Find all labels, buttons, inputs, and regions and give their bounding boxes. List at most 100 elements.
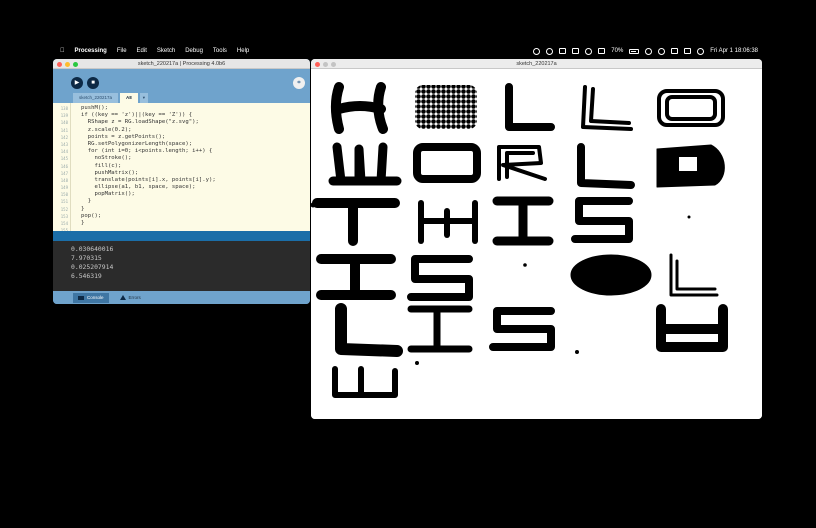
mode-button[interactable]: ⌗	[293, 77, 305, 89]
menu-debug[interactable]: Debug	[185, 48, 203, 54]
line-number: 154	[60, 221, 68, 226]
menu-file[interactable]: File	[117, 48, 127, 54]
code-line[interactable]: pushM();	[81, 105, 216, 112]
line-number: 150	[60, 192, 68, 198]
console-output: 0.030640016 7.970315 0.025207914 6.546319	[53, 241, 310, 291]
sketch-titlebar[interactable]: sketch_220217a	[311, 59, 762, 69]
menu-sketch[interactable]: Sketch	[157, 48, 175, 54]
battery-icon[interactable]	[629, 48, 640, 54]
apple-icon[interactable]: 	[60, 48, 65, 54]
siri-icon[interactable]	[697, 47, 705, 55]
tab-menu-button[interactable]: ▾	[139, 93, 149, 103]
minimize-icon[interactable]	[65, 61, 70, 67]
code-line[interactable]: pushMatrix();	[81, 170, 216, 177]
console-tab-label: Console	[87, 295, 104, 300]
mode-icon: ⌗	[297, 80, 301, 86]
glyph-u-row5	[656, 304, 728, 352]
glyph-h-row1	[331, 82, 388, 134]
menu-help[interactable]: Help	[237, 48, 249, 54]
menu-tools[interactable]: Tools	[213, 48, 227, 54]
code-line[interactable]: RG.setPolygonizerLength(space);	[81, 141, 216, 148]
line-number: 139	[60, 113, 68, 119]
run-button[interactable]: ▶	[71, 77, 83, 89]
code-line[interactable]: RShape z = RG.loadShape("z.svg");	[81, 119, 216, 126]
code-line[interactable]: z.scale(0.2);	[81, 127, 216, 134]
sketch-canvas[interactable]	[311, 69, 762, 419]
glyph-r-row2	[497, 145, 547, 181]
sync-icon[interactable]	[585, 47, 593, 55]
code-line[interactable]: }	[81, 220, 216, 227]
console-line: 0.025207914	[71, 263, 114, 271]
glyph-s-row4	[407, 255, 473, 301]
menu-app-name[interactable]: Processing	[75, 48, 107, 54]
glyph-s-row5	[489, 307, 555, 351]
line-number: 141	[60, 127, 68, 133]
stray-dot	[687, 215, 691, 219]
line-number: 142	[60, 134, 68, 140]
stop-icon: ■	[91, 80, 95, 86]
sketch-zoom-icon[interactable]	[331, 61, 336, 67]
stop-button[interactable]: ■	[87, 77, 99, 89]
code-line[interactable]: pop();	[81, 213, 216, 220]
line-number: 145	[60, 156, 68, 162]
menubar-clock[interactable]: Fri Apr 1 18:06:38	[710, 48, 758, 54]
wifi-icon[interactable]	[645, 47, 653, 55]
close-icon[interactable]	[57, 61, 62, 67]
record-icon[interactable]	[533, 47, 541, 55]
line-number: 147	[60, 170, 68, 176]
code-editor[interactable]: 138 139 140 141 142 143 144 145 146 147 148 149 150 1…	[53, 103, 310, 240]
ide-title: sketch_220217a | Processing 4.0b6	[137, 61, 226, 67]
play-icon: ▶	[74, 80, 80, 86]
errors-tab[interactable]: Errors	[115, 293, 146, 303]
control-center-icon[interactable]	[684, 48, 692, 54]
glyph-blob-row4	[570, 254, 652, 296]
code-line[interactable]: if ((key == 'z')||(key == 'Z')) {	[81, 112, 216, 119]
code-line[interactable]: fill(c);	[81, 163, 216, 170]
code-line[interactable]: }	[81, 198, 216, 205]
terminal-icon	[78, 295, 84, 300]
code-area[interactable]: pushM(); if ((key == 'z')||(key == 'Z')) …	[71, 103, 216, 231]
zoom-icon[interactable]	[73, 61, 78, 67]
bolt-icon[interactable]	[559, 48, 567, 54]
search-icon[interactable]	[658, 47, 666, 55]
battery-percent[interactable]: 70%	[611, 48, 623, 54]
console-divider[interactable]	[53, 231, 310, 241]
stray-dot	[523, 263, 527, 267]
tab-a8[interactable]: A8	[120, 93, 138, 103]
glyph-l-row5	[335, 303, 403, 357]
line-number: 152	[60, 206, 68, 212]
menu-edit[interactable]: Edit	[137, 48, 147, 54]
screen-icon[interactable]	[572, 48, 580, 54]
glyph-t-row3	[312, 198, 400, 246]
glyph-e-row1	[415, 85, 477, 129]
sketch-output-window: sketch_220217a	[311, 59, 762, 419]
line-number: 151	[60, 199, 68, 205]
flag-icon[interactable]	[671, 48, 679, 54]
code-line[interactable]: noStroke();	[81, 155, 216, 162]
code-line[interactable]: points = z.getPoints();	[81, 134, 216, 141]
ide-titlebar[interactable]: sketch_220217a | Processing 4.0b6	[53, 59, 310, 69]
sketch-minimize-icon[interactable]	[323, 61, 328, 67]
glyph-i-row4	[316, 254, 396, 300]
code-line[interactable]: translate(points[i].x, points[i].y);	[81, 177, 215, 184]
glyph-h-row3	[418, 200, 478, 244]
line-number: 148	[60, 177, 68, 183]
desktop:  Processing File Edit Sketch Debug Tool…	[0, 0, 816, 528]
code-line[interactable]: }	[81, 206, 216, 213]
console-status-bar: Console Errors	[53, 291, 310, 304]
sketch-close-icon[interactable]	[315, 61, 320, 67]
tab-sketch-main[interactable]: sketch_220217a	[73, 93, 119, 103]
console-tab[interactable]: Console	[73, 292, 109, 303]
glyph-d-row2	[656, 144, 725, 188]
console-line: 6.546319	[71, 272, 102, 280]
bluetooth-icon[interactable]	[598, 48, 606, 54]
code-line[interactable]: for (int i=0; i<points.length; i++) {	[81, 148, 216, 155]
code-line[interactable]: popMatrix();	[81, 191, 216, 198]
glyph-l-row1a	[505, 83, 555, 131]
glyph-w-row6	[332, 366, 398, 398]
clock-app-icon[interactable]	[546, 47, 554, 55]
glyph-s-row3	[571, 197, 633, 243]
code-line[interactable]: ellipse(a1, b1, space, space);	[81, 184, 216, 191]
glyph-l-row4	[669, 253, 719, 297]
glyph-l-row1b	[581, 85, 633, 131]
